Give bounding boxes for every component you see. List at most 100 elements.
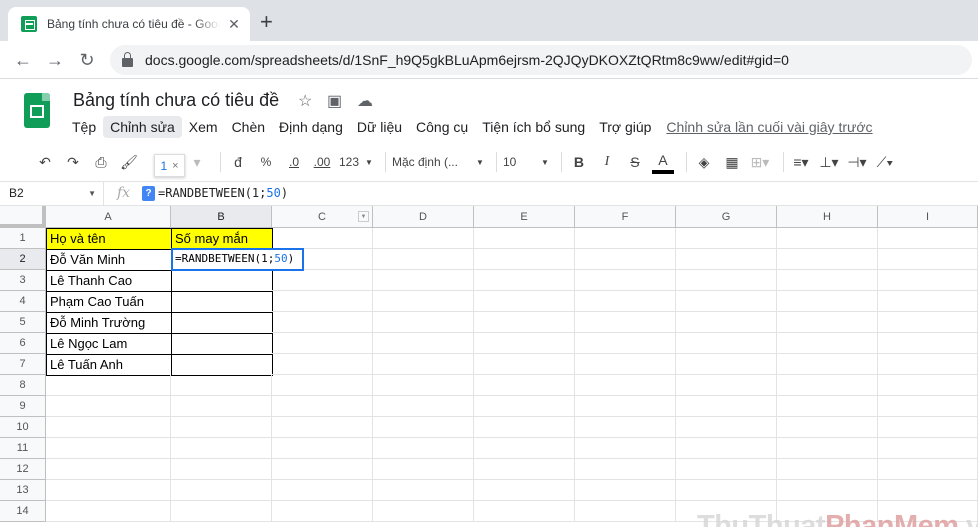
cell-d13[interactable] — [373, 480, 474, 501]
row-header-13[interactable]: 13 — [0, 480, 46, 501]
cell-i8[interactable] — [878, 375, 978, 396]
cell-c7[interactable] — [272, 354, 373, 375]
cell-f3[interactable] — [575, 270, 676, 291]
cell-e14[interactable] — [474, 501, 575, 522]
cell-c14[interactable] — [272, 501, 373, 522]
redo-icon[interactable]: ↷ — [62, 150, 84, 174]
cell-b1[interactable]: Số may mắn — [171, 228, 273, 250]
column-header-g[interactable]: G — [676, 206, 777, 228]
cell-f10[interactable] — [575, 417, 676, 438]
move-folder-icon[interactable]: ▣ — [327, 91, 342, 111]
cell-g5[interactable] — [676, 312, 777, 333]
cell-c8[interactable] — [272, 375, 373, 396]
cell-e8[interactable] — [474, 375, 575, 396]
row-header-2[interactable]: 2 — [0, 249, 46, 270]
cell-a5[interactable]: Đỗ Minh Trường — [46, 312, 172, 334]
cell-b14[interactable] — [171, 501, 272, 522]
cell-g7[interactable] — [676, 354, 777, 375]
undo-icon[interactable]: ↶ — [34, 150, 56, 174]
column-header-b[interactable]: B — [171, 206, 272, 228]
cell-b7[interactable] — [171, 354, 273, 376]
cell-a9[interactable] — [46, 396, 171, 417]
cell-a12[interactable] — [46, 459, 171, 480]
cell-f1[interactable] — [575, 228, 676, 249]
column-header-i[interactable]: I — [878, 206, 978, 228]
formula-input[interactable]: =RANDBETWEEN(1;50) — [158, 182, 288, 205]
chevron-down-icon[interactable]: ▼ — [358, 211, 369, 222]
cell-d8[interactable] — [373, 375, 474, 396]
format-percent-button[interactable]: % — [255, 150, 277, 174]
cell-a11[interactable] — [46, 438, 171, 459]
cell-h1[interactable] — [777, 228, 878, 249]
cell-g13[interactable] — [676, 480, 777, 501]
cell-b8[interactable] — [171, 375, 272, 396]
borders-icon[interactable]: ▦ — [721, 150, 743, 174]
menu-file[interactable]: Tệp — [65, 116, 103, 138]
row-header-9[interactable]: 9 — [0, 396, 46, 417]
cell-h13[interactable] — [777, 480, 878, 501]
cell-f12[interactable] — [575, 459, 676, 480]
cell-h12[interactable] — [777, 459, 878, 480]
cell-b9[interactable] — [171, 396, 272, 417]
cell-c9[interactable] — [272, 396, 373, 417]
decimal-decrease-button[interactable]: .0 — [283, 150, 305, 174]
cell-h2[interactable] — [777, 249, 878, 270]
cell-h3[interactable] — [777, 270, 878, 291]
column-header-d[interactable]: D — [373, 206, 474, 228]
cell-i2[interactable] — [878, 249, 978, 270]
cell-b11[interactable] — [171, 438, 272, 459]
column-header-e[interactable]: E — [474, 206, 575, 228]
cell-a2[interactable]: Đỗ Văn Minh — [46, 249, 172, 271]
row-header-14[interactable]: 14 — [0, 501, 46, 522]
cell-g1[interactable] — [676, 228, 777, 249]
row-header-4[interactable]: 4 — [0, 291, 46, 312]
cell-d4[interactable] — [373, 291, 474, 312]
cell-f13[interactable] — [575, 480, 676, 501]
cell-d11[interactable] — [373, 438, 474, 459]
cell-c12[interactable] — [272, 459, 373, 480]
cell-c3[interactable] — [272, 270, 373, 291]
cell-g6[interactable] — [676, 333, 777, 354]
formula-help-icon[interactable]: ? — [142, 186, 155, 201]
cell-e4[interactable] — [474, 291, 575, 312]
cell-f7[interactable] — [575, 354, 676, 375]
cell-a10[interactable] — [46, 417, 171, 438]
select-all-corner[interactable] — [0, 206, 46, 228]
menu-addons[interactable]: Tiện ích bổ sung — [475, 116, 592, 138]
row-header-6[interactable]: 6 — [0, 333, 46, 354]
cell-i7[interactable] — [878, 354, 978, 375]
format-currency-button[interactable]: đ — [227, 150, 249, 174]
cell-b12[interactable] — [171, 459, 272, 480]
cell-e6[interactable] — [474, 333, 575, 354]
cell-i3[interactable] — [878, 270, 978, 291]
cell-i5[interactable] — [878, 312, 978, 333]
cell-b10[interactable] — [171, 417, 272, 438]
cell-g2[interactable] — [676, 249, 777, 270]
last-edit-link[interactable]: Chỉnh sửa lần cuối vài giây trước — [666, 119, 872, 135]
cell-f11[interactable] — [575, 438, 676, 459]
row-header-1[interactable]: 1 — [0, 228, 46, 249]
italic-button[interactable]: I — [596, 150, 618, 174]
cell-h10[interactable] — [777, 417, 878, 438]
cell-i4[interactable] — [878, 291, 978, 312]
cell-d2[interactable] — [373, 249, 474, 270]
menu-edit[interactable]: Chỉnh sửa — [103, 116, 182, 138]
star-icon[interactable]: ☆ — [298, 91, 312, 111]
merge-cells-icon[interactable]: ⊞▾ — [749, 150, 771, 174]
cell-a13[interactable] — [46, 480, 171, 501]
browser-tab[interactable]: Bảng tính chưa có tiêu đề - Google Trang… — [8, 7, 250, 41]
row-header-12[interactable]: 12 — [0, 459, 46, 480]
cell-i13[interactable] — [878, 480, 978, 501]
cell-b2[interactable]: =RANDBETWEEN(1;50) — [171, 248, 304, 271]
cell-a1[interactable]: Họ và tên — [46, 228, 172, 250]
cell-c11[interactable] — [272, 438, 373, 459]
cell-d10[interactable] — [373, 417, 474, 438]
cell-e2[interactable] — [474, 249, 575, 270]
strikethrough-button[interactable]: S — [624, 150, 646, 174]
cell-g9[interactable] — [676, 396, 777, 417]
close-tab-icon[interactable]: ✕ — [226, 16, 242, 33]
cell-a6[interactable]: Lê Ngọc Lam — [46, 333, 172, 355]
menu-data[interactable]: Dữ liệu — [350, 116, 409, 138]
back-icon[interactable]: ← — [12, 49, 34, 71]
cell-f9[interactable] — [575, 396, 676, 417]
